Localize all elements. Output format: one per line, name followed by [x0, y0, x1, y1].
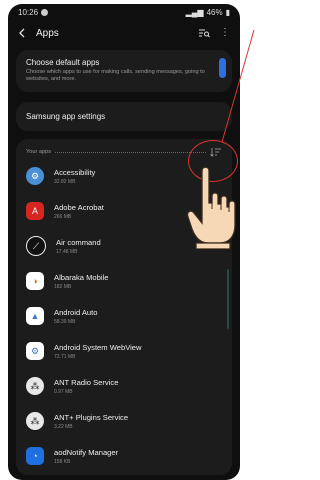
pointing-hand-icon — [186, 166, 236, 249]
